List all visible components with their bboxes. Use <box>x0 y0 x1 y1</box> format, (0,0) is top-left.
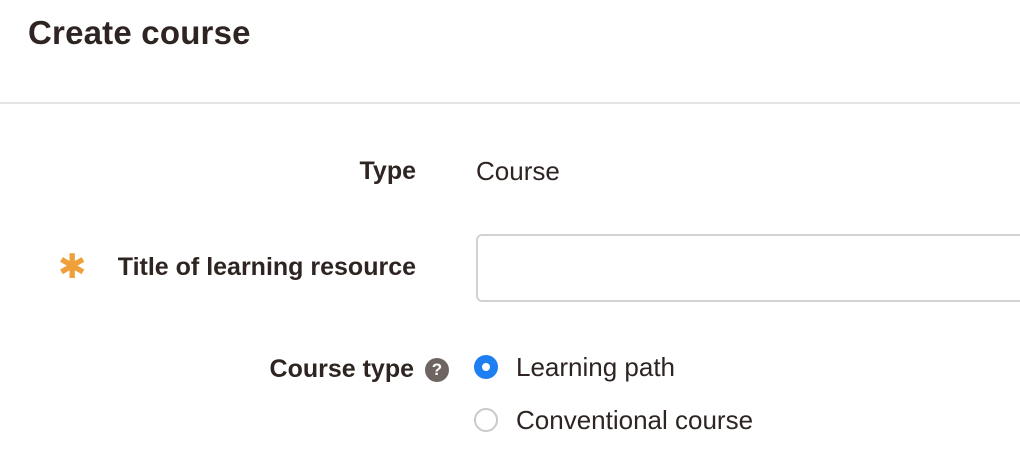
title-input[interactable] <box>476 234 1020 302</box>
type-value: Course <box>476 156 560 186</box>
radio-button-unselected[interactable] <box>474 408 498 432</box>
radio-label-conventional-course[interactable]: Conventional course <box>516 405 753 436</box>
radio-button-selected[interactable] <box>474 355 498 379</box>
course-type-row: Course type ? Learning path Conventional… <box>0 348 1020 448</box>
radio-label-learning-path[interactable]: Learning path <box>516 352 675 383</box>
help-question-icon[interactable]: ? <box>425 358 449 382</box>
page-title: Create course <box>28 14 251 51</box>
create-course-page: Create course Type Course ✱ Title of lea… <box>0 0 1020 470</box>
page-header: Create course <box>0 0 1020 104</box>
title-label: Title of learning resource <box>117 253 416 281</box>
type-row: Type Course <box>0 150 1020 194</box>
title-row: ✱ Title of learning resource <box>0 232 1020 304</box>
required-asterisk-icon: ✱ <box>58 248 87 286</box>
course-type-label: Course type <box>269 355 414 383</box>
type-label: Type <box>359 157 417 185</box>
